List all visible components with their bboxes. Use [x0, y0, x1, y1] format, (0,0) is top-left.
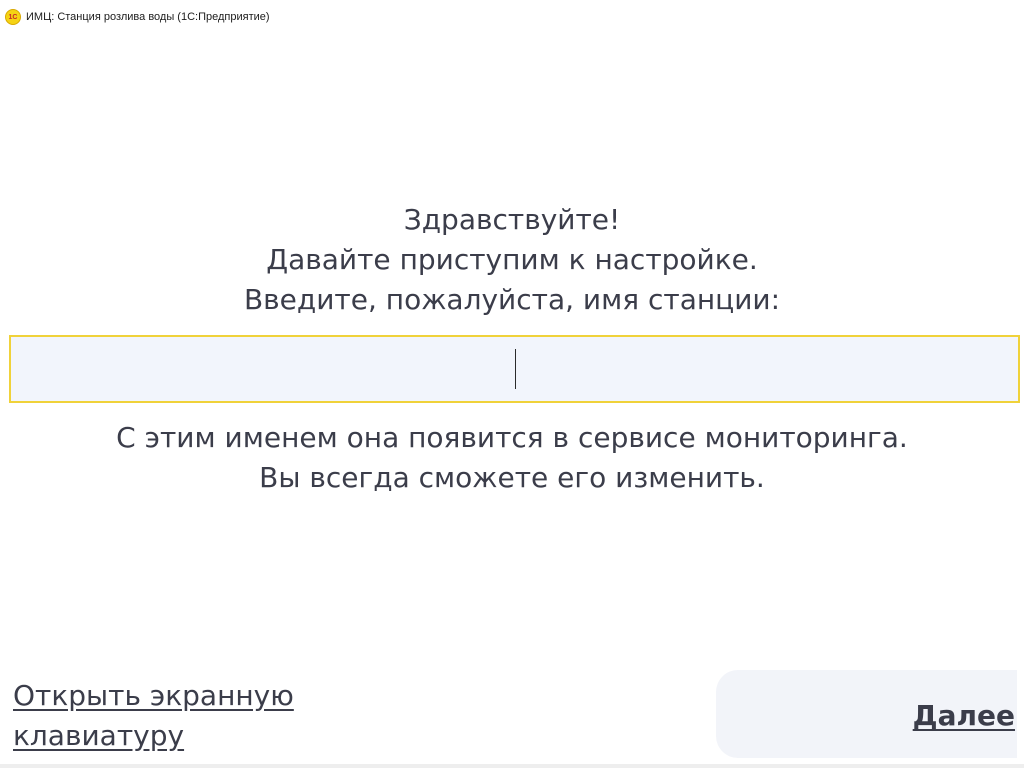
- open-onscreen-keyboard-link[interactable]: Открыть экранную клавиатуру: [13, 676, 333, 756]
- greeting-line-hello: Здравствуйте!: [403, 203, 621, 236]
- logo-text: 1C: [8, 13, 18, 21]
- next-button[interactable]: Далее: [913, 696, 1015, 736]
- window-title: ИМЦ: Станция розлива воды (1С:Предприяти…: [26, 11, 270, 23]
- next-button-panel: Далее: [716, 670, 1017, 758]
- title-bar: 1C ИМЦ: Станция розлива воды (1С:Предпри…: [0, 0, 1024, 34]
- greeting-line-prompt: Введите, пожалуйста, имя станции:: [243, 283, 781, 316]
- text-cursor: [515, 349, 516, 389]
- station-name-field[interactable]: [9, 335, 1020, 403]
- greeting-text: Здравствуйте! Давайте приступим к настро…: [0, 200, 1024, 320]
- hint-text: С этим именем она появится в сервисе мон…: [0, 418, 1024, 498]
- greeting-line-setup: Давайте приступим к настройке.: [266, 243, 758, 276]
- keyboard-link-line1: Открыть экранную: [13, 679, 294, 712]
- hint-line-monitoring: С этим именем она появится в сервисе мон…: [116, 421, 908, 454]
- 1c-logo-icon: 1C: [5, 9, 21, 25]
- bottom-edge: [0, 764, 1024, 768]
- hint-line-change: Вы всегда сможете его изменить.: [259, 461, 765, 494]
- app-window: 1C ИМЦ: Станция розлива воды (1С:Предпри…: [0, 0, 1024, 768]
- keyboard-link-line2: клавиатуру: [13, 719, 185, 752]
